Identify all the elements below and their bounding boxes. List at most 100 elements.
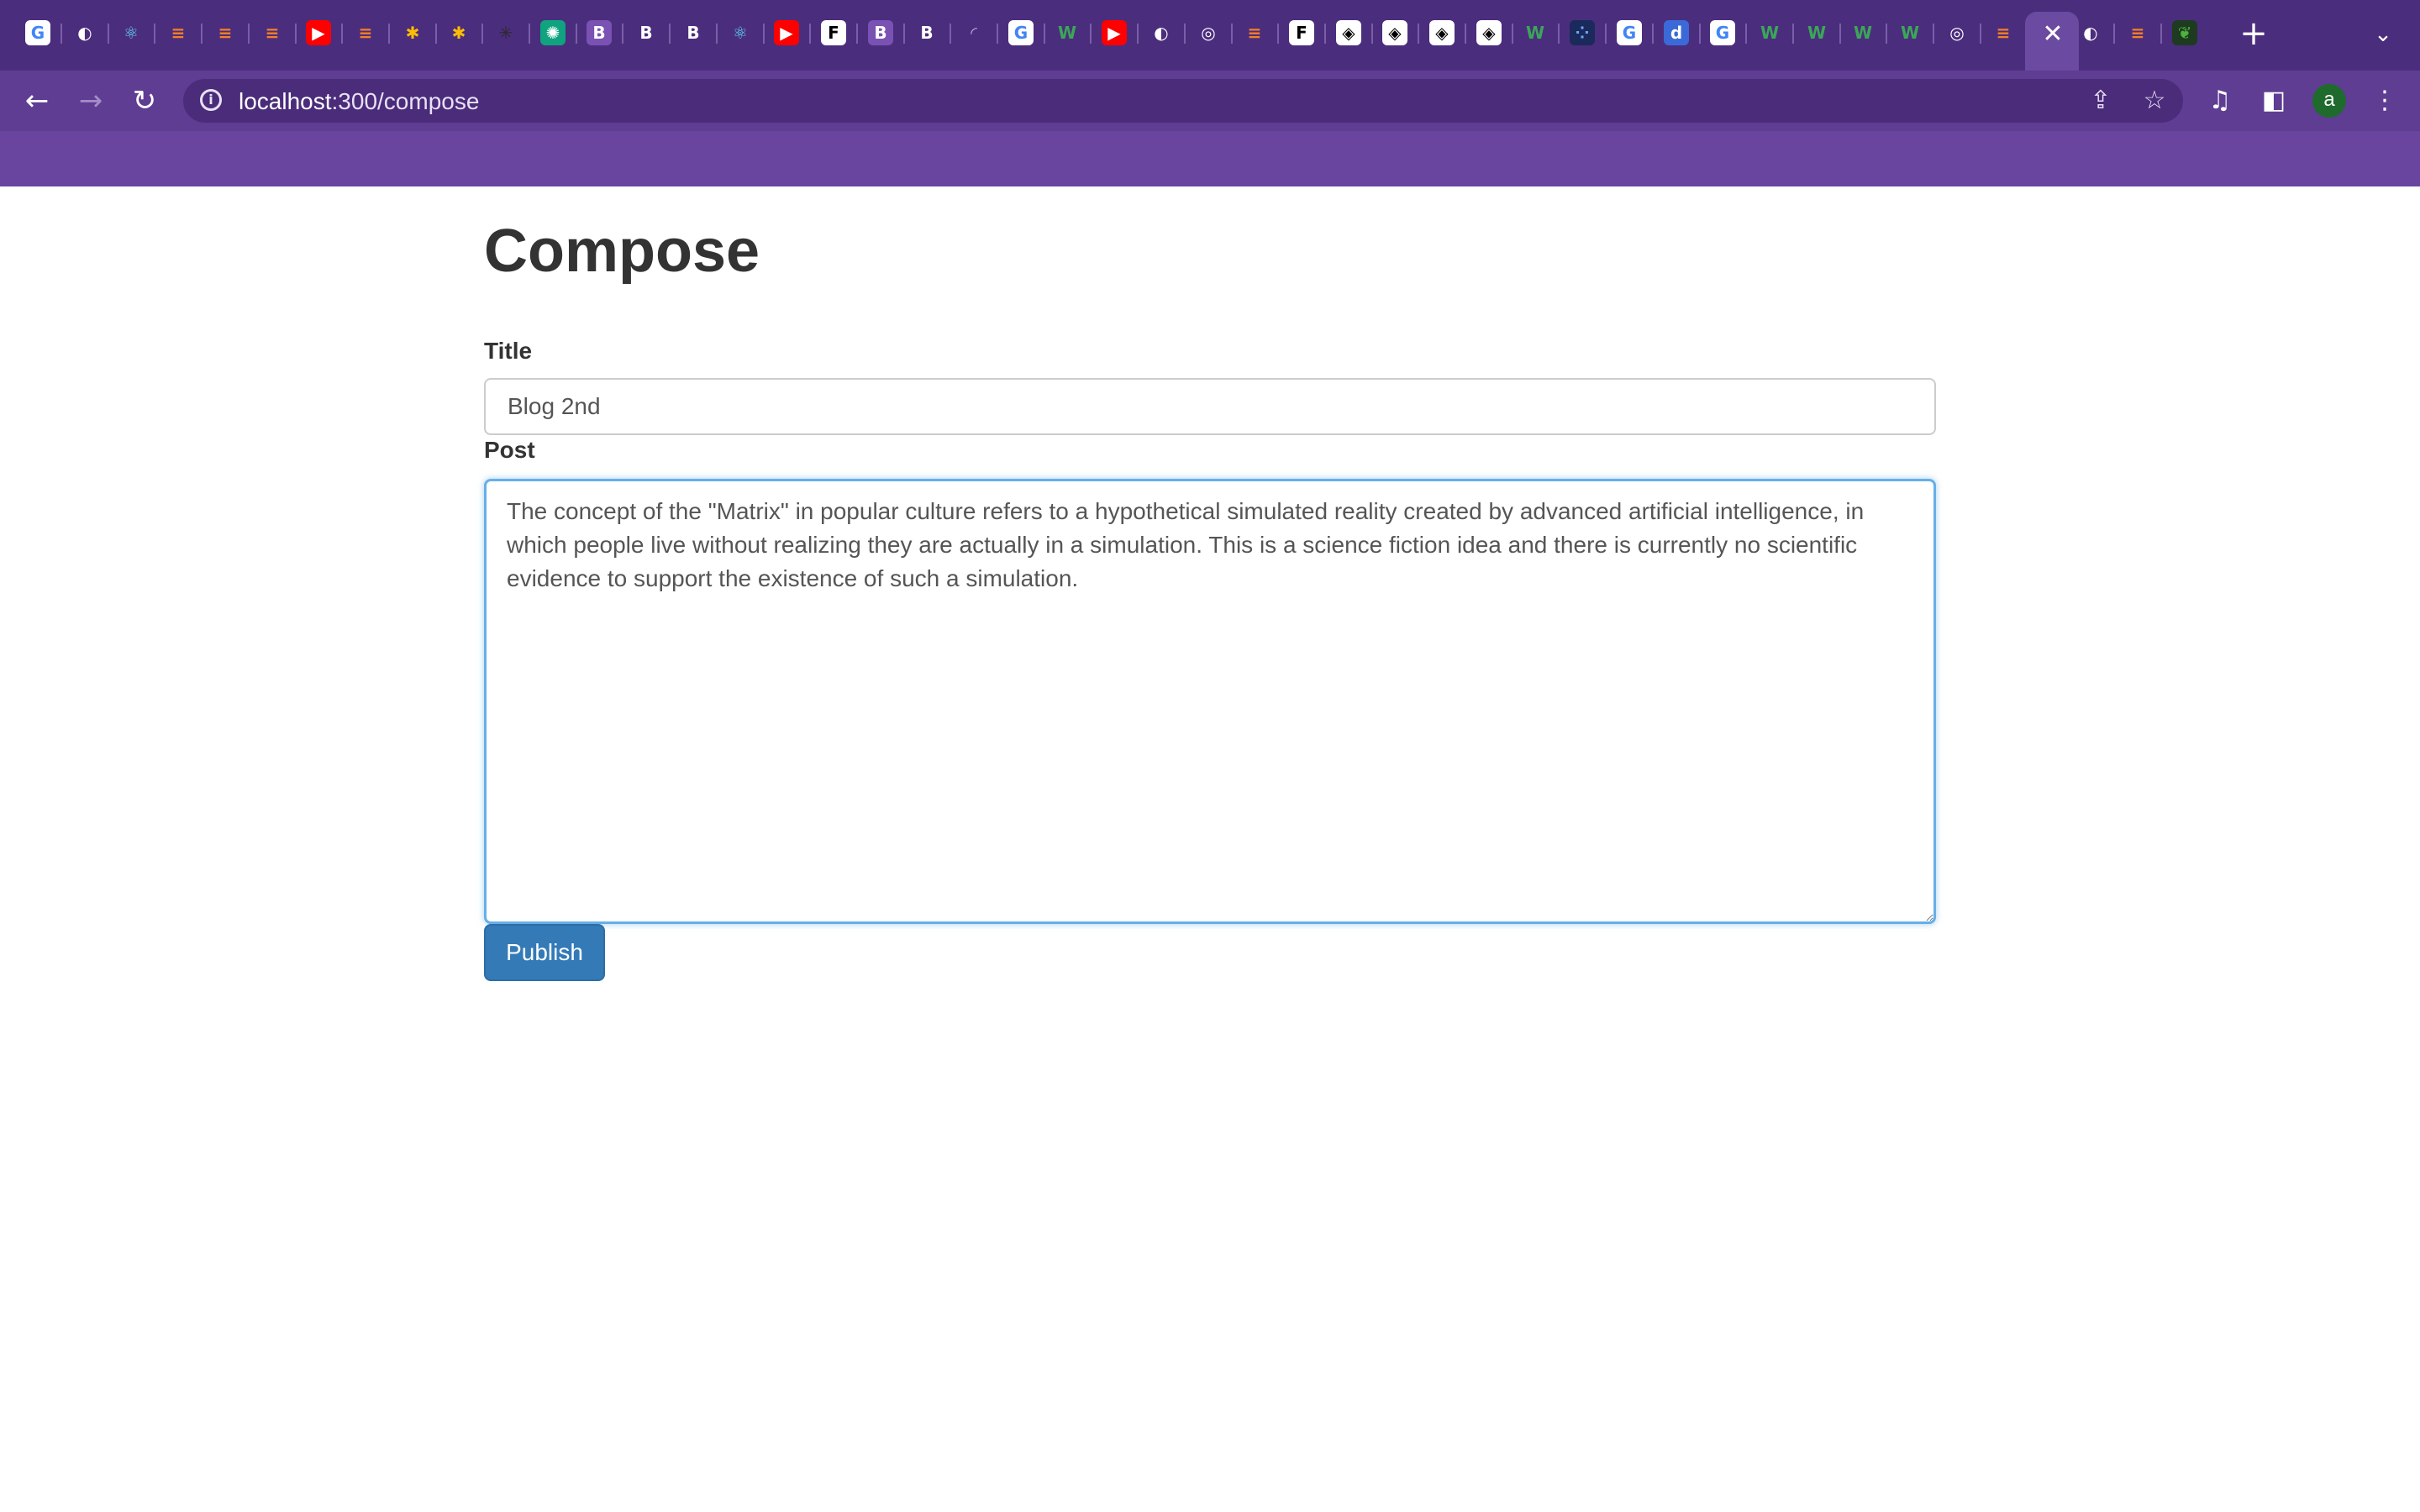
post-textarea[interactable] — [484, 479, 1936, 924]
tab-separator — [2113, 24, 2115, 44]
chrome-icon[interactable]: ◎ — [1196, 20, 1221, 45]
new-tab-button[interactable]: + — [2238, 17, 2269, 50]
google-icon[interactable]: G — [1710, 20, 1735, 45]
multicolor-icon[interactable]: ✱ — [400, 20, 425, 45]
side-panel-icon[interactable]: ◧ — [2257, 84, 2291, 118]
codepen-icon[interactable]: ◈ — [1429, 20, 1455, 45]
url-text[interactable]: localhost:300/compose — [239, 87, 479, 116]
youtube-icon[interactable]: ▶ — [1102, 20, 1127, 45]
tab-separator — [1090, 24, 1092, 44]
google-icon[interactable]: G — [1617, 20, 1642, 45]
title-input[interactable] — [484, 378, 1936, 435]
tab-separator — [1231, 24, 1233, 44]
url-host: localhost — [239, 88, 332, 114]
w-icon[interactable]: W — [1804, 20, 1829, 45]
bold-b-icon[interactable]: B — [681, 20, 706, 45]
w-icon[interactable]: W — [1897, 20, 1923, 45]
tab-separator — [1277, 24, 1279, 44]
share-icon[interactable]: ⇪ — [2086, 86, 2116, 116]
tab-separator — [481, 24, 483, 44]
tab-separator — [1371, 24, 1373, 44]
react-icon[interactable]: ⚛ — [118, 20, 144, 45]
tab-separator — [1512, 24, 1513, 44]
stackoverflow-icon[interactable]: ≡ — [1991, 20, 2016, 45]
tab-separator — [669, 24, 671, 44]
bootstrap-icon[interactable]: B — [868, 20, 893, 45]
url-path: :300/compose — [331, 88, 480, 114]
mongodb-leaf-icon[interactable]: ❦ — [2172, 20, 2197, 45]
tab-separator — [435, 24, 437, 44]
stackoverflow-icon[interactable]: ≡ — [260, 20, 285, 45]
w-icon[interactable]: W — [1055, 20, 1080, 45]
tab-separator — [903, 24, 905, 44]
google-icon[interactable]: G — [1008, 20, 1034, 45]
address-bar[interactable] — [183, 79, 2183, 123]
browser-menu-icon[interactable]: ⋮ — [2368, 84, 2402, 118]
tab-separator — [248, 24, 250, 44]
bold-b-icon[interactable]: B — [914, 20, 939, 45]
stackoverflow-icon[interactable]: ≡ — [1242, 20, 1267, 45]
close-tab-icon[interactable]: ✕ — [2040, 22, 2065, 47]
tab-separator — [1652, 24, 1654, 44]
tab-separator — [1886, 24, 1887, 44]
tab-separator — [154, 24, 155, 44]
chrome-icon[interactable]: ◎ — [1944, 20, 1970, 45]
chatgpt-icon[interactable]: ✺ — [540, 20, 566, 45]
tab-separator — [1699, 24, 1701, 44]
stackoverflow-icon[interactable]: ≡ — [166, 20, 191, 45]
tab-separator — [1558, 24, 1560, 44]
google-icon[interactable]: G — [25, 20, 50, 45]
bootstrap-icon[interactable]: B — [587, 20, 612, 45]
profile-avatar[interactable]: a — [2312, 84, 2346, 118]
publish-button[interactable]: Publish — [484, 924, 605, 981]
w-icon[interactable]: W — [1523, 20, 1548, 45]
bookmark-star-icon[interactable]: ☆ — [2139, 86, 2170, 116]
globe-icon[interactable]: ◐ — [72, 20, 97, 45]
globe-icon[interactable]: ◐ — [1149, 20, 1174, 45]
page-title: Compose — [484, 218, 760, 285]
react-icon[interactable]: ⚛ — [728, 20, 753, 45]
frontend-f-icon[interactable]: F — [1289, 20, 1314, 45]
media-control-icon[interactable]: ♫ — [2203, 84, 2237, 118]
forward-button[interactable]: → — [74, 84, 108, 118]
globe-icon[interactable]: ◐ — [2078, 20, 2103, 45]
tab-separator — [856, 24, 858, 44]
tab-separator — [201, 24, 203, 44]
youtube-icon[interactable]: ▶ — [774, 20, 799, 45]
dotted-icon[interactable]: ⁘ — [1570, 20, 1595, 45]
dark-icon[interactable]: ✳ — [493, 20, 518, 45]
tab-separator — [1839, 24, 1841, 44]
stackoverflow-icon[interactable]: ≡ — [213, 20, 238, 45]
tab-separator — [2160, 24, 2162, 44]
tab-separator — [1044, 24, 1045, 44]
back-button[interactable]: ← — [20, 84, 54, 118]
stackoverflow-icon[interactable]: ≡ — [2125, 20, 2150, 45]
codepen-icon[interactable]: ◈ — [1336, 20, 1361, 45]
codepen-icon[interactable]: ◈ — [1382, 20, 1407, 45]
youtube-icon[interactable]: ▶ — [306, 20, 331, 45]
w-icon[interactable]: W — [1757, 20, 1782, 45]
tab-separator — [1745, 24, 1747, 44]
reload-button[interactable]: ↻ — [128, 84, 161, 118]
loading-icon[interactable]: ◜ — [961, 20, 986, 45]
w-icon[interactable]: W — [1850, 20, 1876, 45]
multicolor-icon[interactable]: ✱ — [446, 20, 471, 45]
stackoverflow-icon[interactable]: ≡ — [353, 20, 378, 45]
tab-separator — [108, 24, 109, 44]
tab-separator — [1324, 24, 1326, 44]
tab-search-icon[interactable]: ⌄ — [2368, 22, 2398, 47]
tab-separator — [716, 24, 718, 44]
bold-b-icon[interactable]: B — [634, 20, 659, 45]
tab-separator — [1980, 24, 1981, 44]
d-icon[interactable]: d — [1664, 20, 1689, 45]
tab-separator — [388, 24, 390, 44]
codepen-icon[interactable]: ◈ — [1476, 20, 1502, 45]
tab-separator — [950, 24, 951, 44]
tab-separator — [295, 24, 297, 44]
tab-separator — [1137, 24, 1139, 44]
title-label: Title — [484, 338, 533, 364]
frontend-f-icon[interactable]: F — [821, 20, 846, 45]
tab-separator — [1465, 24, 1466, 44]
tab-separator — [997, 24, 998, 44]
site-info-icon[interactable]: i — [200, 89, 222, 111]
